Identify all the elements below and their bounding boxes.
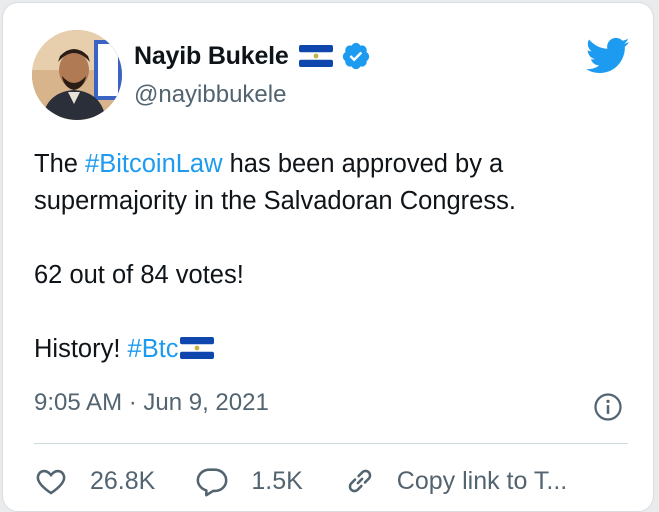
reply-bubble-icon bbox=[196, 468, 228, 497]
tweet-line-4: History! #Btc bbox=[34, 331, 634, 368]
twitter-bird-icon[interactable] bbox=[586, 37, 630, 75]
author-display-name[interactable]: Nayib Bukele bbox=[134, 42, 289, 71]
tweet-text-segment: The bbox=[34, 150, 86, 178]
author-handle[interactable]: @nayibbukele bbox=[134, 81, 286, 109]
tweet-text-segment: has been approved by a bbox=[222, 150, 504, 178]
tweet-line-2: supermajority in the Salvadoran Congress… bbox=[34, 187, 516, 215]
el-salvador-flag-icon bbox=[298, 45, 333, 67]
action-bar: 26.8K 1.5K Copy link to T... bbox=[34, 461, 607, 501]
reply-count: 1.5K bbox=[251, 466, 303, 495]
tweet-text-segment: History! bbox=[34, 335, 128, 363]
hashtag-btc-link[interactable]: #Btc bbox=[128, 335, 179, 363]
copy-link-label: Copy link to T... bbox=[396, 466, 568, 495]
tweet-text: The #BitcoinLaw has been approved by a s… bbox=[34, 146, 634, 368]
hashtag-bitcoinlaw-link[interactable]: #BitcoinLaw bbox=[85, 150, 223, 178]
like-count: 26.8K bbox=[90, 466, 156, 495]
avatar[interactable] bbox=[32, 30, 122, 120]
tweet-line-3: 62 out of 84 votes! bbox=[34, 261, 244, 289]
tweet-timestamp[interactable]: 9:05 AM · Jun 9, 2021 bbox=[34, 389, 269, 417]
heart-icon bbox=[36, 469, 66, 495]
tweet-line-1: The #BitcoinLaw has been approved by a bbox=[34, 146, 634, 183]
copy-link-button[interactable]: Copy link to T... bbox=[343, 464, 567, 498]
link-icon bbox=[348, 469, 372, 493]
avatar-image bbox=[32, 30, 122, 120]
like-button[interactable]: 26.8K bbox=[34, 464, 155, 498]
tweet-card[interactable]: Nayib Bukele @nayibbukele The #BitcoinLa… bbox=[2, 2, 654, 512]
verified-badge-icon bbox=[341, 41, 371, 71]
el-salvador-flag-icon bbox=[179, 333, 214, 359]
author-name-row: Nayib Bukele bbox=[134, 39, 371, 73]
reply-button[interactable]: 1.5K bbox=[195, 464, 303, 498]
divider bbox=[34, 443, 628, 444]
info-icon[interactable] bbox=[593, 392, 623, 422]
